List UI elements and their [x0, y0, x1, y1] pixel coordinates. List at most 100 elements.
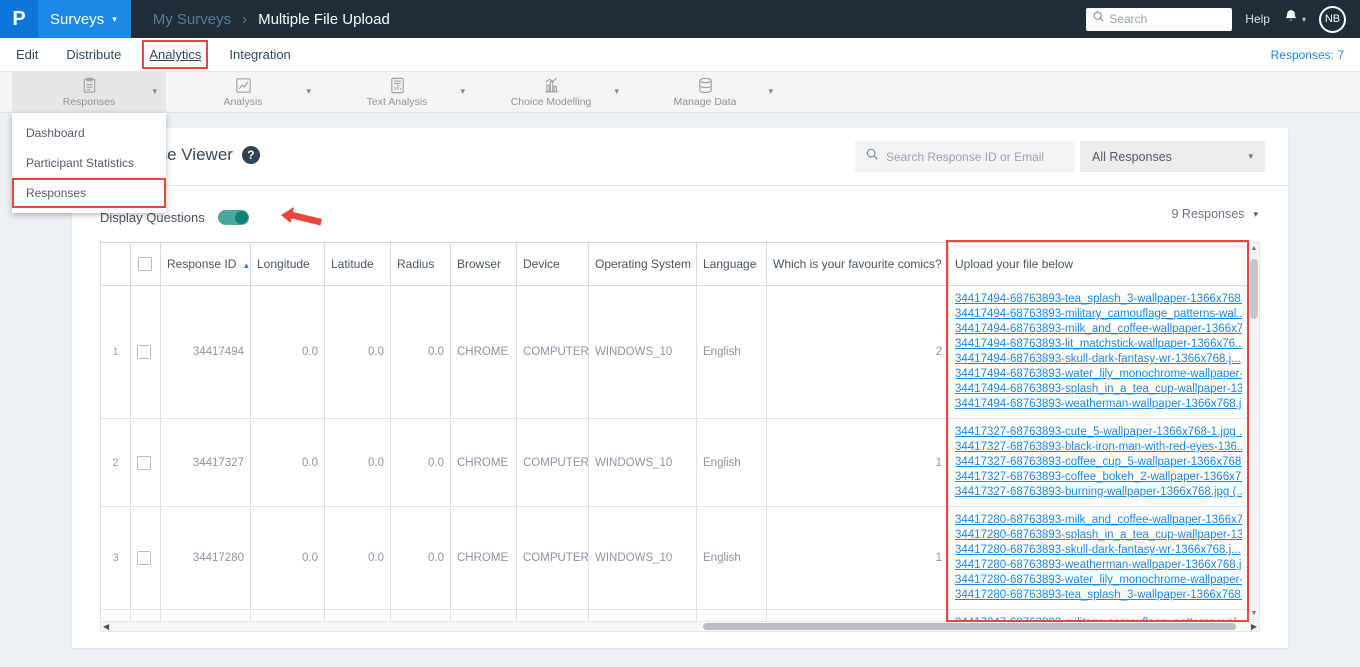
file-link[interactable]: 34417280-68763893-tea_splash_3-wallpaper…	[955, 588, 1242, 603]
file-link[interactable]: 34417280-68763893-weatherman-wallpaper-1…	[955, 558, 1242, 573]
column-header-response-id[interactable]: Response ID ▲	[160, 242, 251, 286]
file-link[interactable]: 34417280-68763893-water_lily_monochrome-…	[955, 573, 1242, 588]
row-number: 3	[100, 506, 131, 610]
toolbar-choice-modelling[interactable]: Choice Modelling ▾	[474, 72, 628, 112]
column-header-upload-your-file-below[interactable]: Upload your file below	[948, 242, 1248, 286]
file-link[interactable]: 34417247-68763893-military_camouflage_pa…	[955, 616, 1242, 620]
horizontal-scrollbar[interactable]: ◀ ▶	[100, 621, 1260, 632]
chevron-down-icon[interactable]: ▾	[768, 86, 773, 97]
toolbar-analysis[interactable]: Analysis ▾	[166, 72, 320, 112]
cell-radius	[390, 609, 451, 620]
analytics-toolbar: Responses ▾ Analysis ▾ Text Analysis ▾ Choice …	[0, 72, 1360, 113]
tab-distribute[interactable]: Distribute	[66, 47, 121, 62]
chevron-down-icon[interactable]: ▾	[152, 86, 157, 97]
product-switcher[interactable]: P Surveys ▾	[0, 0, 131, 38]
cell-longitude: 0.0	[250, 285, 325, 419]
responses-count-label: 9 Responses	[1171, 207, 1245, 221]
cell-browser: CHROME	[450, 285, 517, 419]
file-link[interactable]: 34417494-68763893-milk_and_coffee-wallpa…	[955, 322, 1242, 337]
cell-latitude: 0.0	[324, 418, 391, 507]
toolbar-responses[interactable]: Responses ▾	[12, 72, 166, 112]
response-search-input[interactable]	[886, 149, 1065, 164]
file-link[interactable]: 34417280-68763893-skull-dark-fantasy-wr-…	[955, 543, 1242, 558]
row-checkbox-cell	[130, 285, 161, 419]
viewer-header-controls: All Responses ▾	[855, 141, 1265, 172]
vertical-scroll-thumb[interactable]	[1250, 259, 1258, 319]
file-link[interactable]: 34417327-68763893-burning-wallpaper-1366…	[955, 485, 1242, 500]
search-icon	[865, 147, 879, 166]
menu-item-participant-statistics[interactable]: Participant Statistics	[12, 148, 166, 178]
search-icon	[1092, 10, 1105, 28]
select-all-checkbox[interactable]	[138, 257, 152, 272]
column-header-browser[interactable]: Browser	[450, 242, 517, 286]
column-header-device[interactable]: Device	[516, 242, 589, 286]
menu-item-responses[interactable]: Responses	[12, 178, 166, 208]
column-header-longitude[interactable]: Longitude	[250, 242, 325, 286]
avatar[interactable]: NB	[1319, 5, 1346, 33]
cell-uploaded-files: 34417247-68763893-military_camouflage_pa…	[948, 609, 1248, 620]
response-search[interactable]	[855, 141, 1075, 172]
column-header-operating-system[interactable]: Operating System	[588, 242, 697, 286]
product-name: Surveys	[50, 10, 105, 28]
row-checkbox[interactable]	[137, 551, 151, 565]
tab-integration[interactable]: Integration	[229, 47, 290, 62]
toolbar-label: Responses	[62, 96, 116, 108]
horizontal-scroll-thumb[interactable]	[703, 623, 1236, 630]
column-header-language[interactable]: Language	[696, 242, 767, 286]
file-link[interactable]: 34417494-68763893-water_lily_monochrome-…	[955, 367, 1242, 382]
file-link[interactable]: 34417280-68763893-splash_in_a_tea_cup-wa…	[955, 528, 1242, 543]
chevron-down-icon[interactable]: ▾	[306, 86, 311, 97]
file-link[interactable]: 34417494-68763893-skull-dark-fantasy-wr-…	[955, 352, 1242, 367]
scroll-left-icon[interactable]: ◀	[103, 622, 109, 631]
file-link[interactable]: 34417327-68763893-black-iron-man-with-re…	[955, 440, 1242, 455]
cell-language: English	[696, 285, 767, 419]
chevron-down-icon[interactable]: ▾	[614, 86, 619, 97]
cell-response-id	[160, 609, 251, 620]
scroll-up-icon[interactable]: ▲	[1249, 245, 1259, 252]
file-link[interactable]: 34417494-68763893-weatherman-wallpaper-1…	[955, 397, 1242, 412]
column-header-which-is-your-favourite-comics-[interactable]: Which is your favourite comics?	[766, 242, 949, 286]
toolbar-text-analysis[interactable]: Text Analysis ▾	[320, 72, 474, 112]
cell-favourite-comics: 1	[766, 418, 949, 507]
tab-analytics[interactable]: Analytics	[142, 40, 209, 69]
column-header-radius[interactable]: Radius	[390, 242, 451, 286]
file-link[interactable]: 34417494-68763893-tea_splash_3-wallpaper…	[955, 292, 1242, 307]
tab-edit[interactable]: Edit	[16, 47, 38, 62]
row-checkbox[interactable]	[137, 455, 151, 470]
file-link[interactable]: 34417327-68763893-cute_5-wallpaper-1366x…	[955, 425, 1242, 440]
help-circle-icon[interactable]: ?	[241, 146, 260, 164]
file-link[interactable]: 34417494-68763893-military_camouflage_pa…	[955, 307, 1242, 322]
responses-counter[interactable]: Responses: 7	[1271, 48, 1360, 62]
responses-icon	[80, 76, 99, 95]
scroll-down-icon[interactable]: ▼	[1249, 610, 1259, 617]
file-link[interactable]: 34417280-68763893-milk_and_coffee-wallpa…	[955, 513, 1242, 528]
response-filter-dropdown[interactable]: All Responses ▾	[1080, 141, 1265, 172]
column-header-latitude[interactable]: Latitude	[324, 242, 391, 286]
file-link[interactable]: 34417327-68763893-coffee_cup_5-wallpaper…	[955, 455, 1242, 470]
global-search-input[interactable]	[1109, 12, 1227, 26]
breadcrumb-my-surveys[interactable]: My Surveys	[153, 11, 231, 28]
chevron-down-icon[interactable]: ▾	[460, 86, 465, 97]
scroll-right-icon[interactable]: ▶	[1251, 622, 1257, 631]
sort-asc-icon[interactable]: ▲	[242, 261, 249, 270]
global-search[interactable]	[1086, 7, 1233, 31]
cell-favourite-comics: 2	[766, 285, 949, 419]
cell-uploaded-files: 34417327-68763893-cute_5-wallpaper-1366x…	[948, 418, 1248, 507]
cell-browser	[450, 609, 517, 620]
file-link[interactable]: 34417327-68763893-coffee_bokeh_2-wallpap…	[955, 470, 1242, 485]
table-header-row: Response ID ▲ Longitude Latitude Radius Brows…	[100, 242, 1248, 286]
file-link[interactable]: 34417494-68763893-splash_in_a_tea_cup-wa…	[955, 382, 1242, 397]
file-link[interactable]: 34417494-68763893-lit_matchstick-wallpap…	[955, 337, 1242, 352]
responses-count-dropdown[interactable]: 9 Responses ▾	[1172, 207, 1259, 221]
row-number	[100, 609, 131, 620]
table-row: 3 34417280 0.0 0.0 0.0 CHROME COMPUTER WINDOWS_…	[100, 506, 1248, 610]
display-questions-toggle[interactable]	[217, 209, 249, 225]
responses-dropdown-menu: Dashboard Participant Statistics Responses	[12, 113, 166, 213]
menu-item-dashboard[interactable]: Dashboard	[12, 118, 166, 148]
help-link[interactable]: Help	[1245, 12, 1270, 26]
vertical-scrollbar[interactable]: ▲ ▼	[1248, 242, 1260, 620]
notifications-button[interactable]: ▾	[1283, 8, 1306, 30]
questionpro-logo[interactable]: P	[0, 0, 38, 38]
toolbar-manage-data[interactable]: Manage Data ▾	[628, 72, 782, 112]
row-checkbox[interactable]	[137, 345, 151, 359]
